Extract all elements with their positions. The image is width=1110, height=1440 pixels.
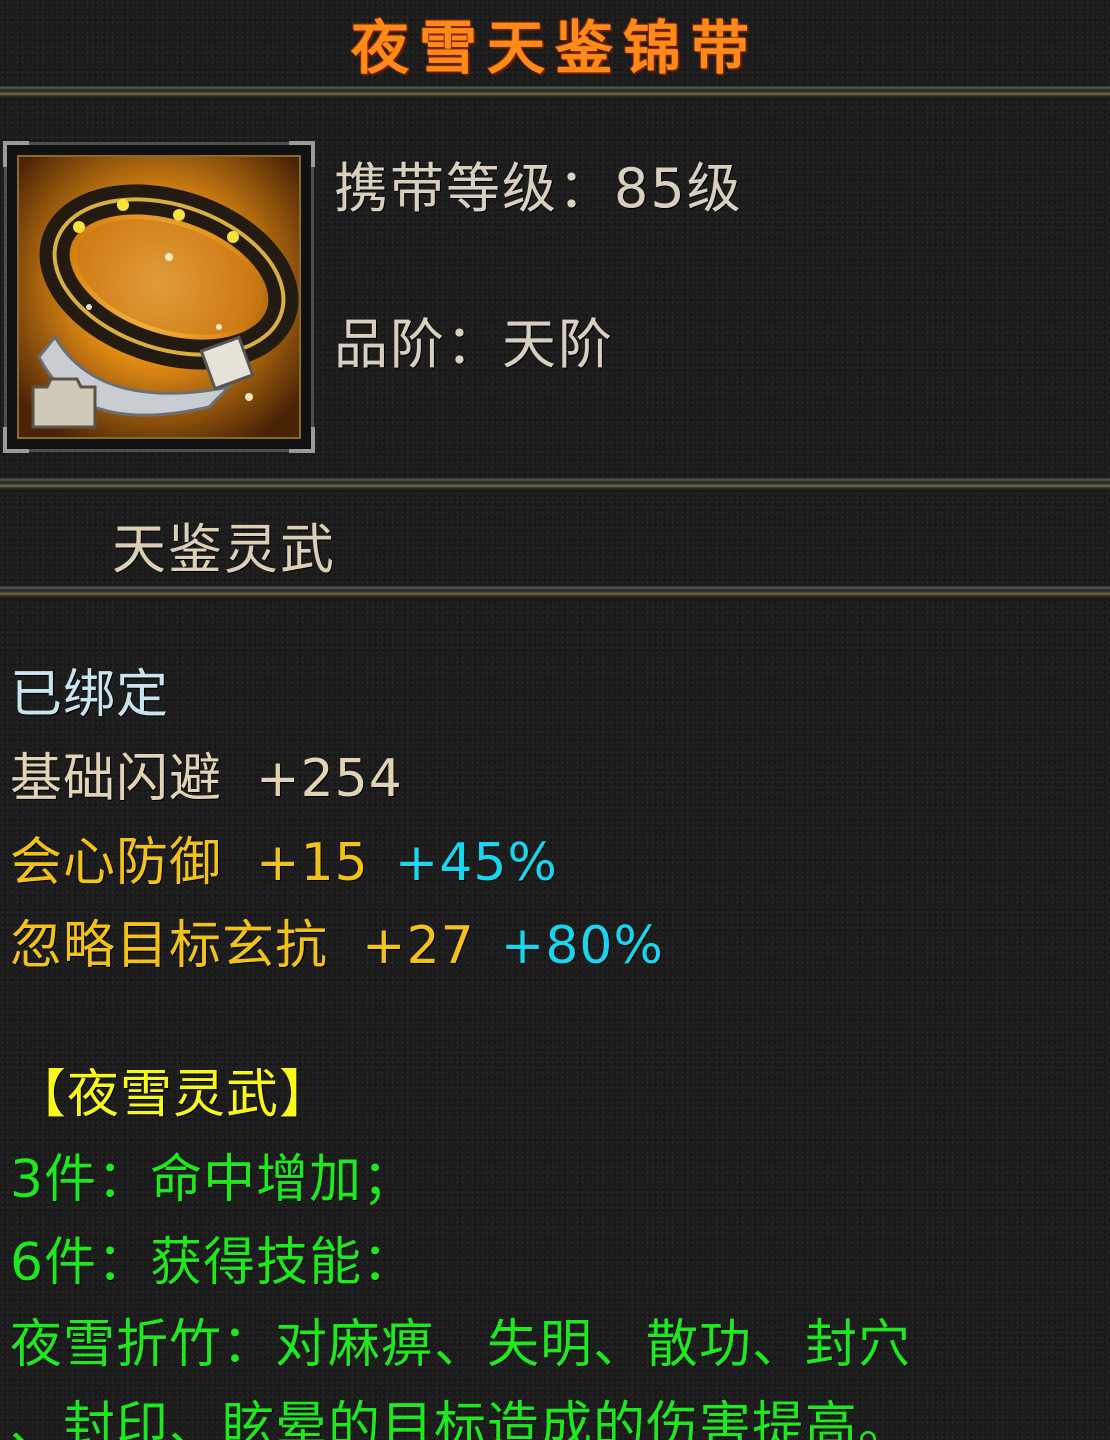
skill-description-line-1: 夜雪折竹：对麻痹、失明、散功、封穴 (10, 1315, 912, 1375)
skill-description-line-2: 、封印、眩晕的目标造成的伤害提高。 (10, 1397, 912, 1440)
set-bonus-3: 3件：命中增加； (10, 1150, 416, 1210)
stat-value: +15 (256, 833, 369, 893)
bound-status: 已绑定 (10, 665, 170, 725)
stat-name: 基础闪避 (10, 749, 223, 809)
divider-mid (0, 478, 1110, 492)
stat-value: +254 (256, 749, 403, 809)
item-tooltip: 夜雪天鉴锦带 携带等级：85级 品阶：天阶 天鉴灵武 已绑定 基础闪避 +254… (0, 0, 1110, 1440)
stat-row: 会心防御 +15 +45% (10, 820, 558, 895)
stat-bonus: +45% (394, 833, 558, 893)
stat-row: 基础闪避 +254 (10, 736, 403, 811)
stat-row: 忽略目标玄抗 +27 +80% (10, 903, 664, 978)
set-bonus-6: 6件：获得技能： (10, 1233, 416, 1293)
stat-value: +27 (362, 916, 475, 976)
stat-bonus: +80% (500, 916, 664, 976)
set-name: 天鉴灵武 (112, 518, 336, 581)
golden-belt-icon (19, 157, 299, 437)
item-name: 夜雪天鉴锦带 (350, 14, 759, 82)
divider-top (0, 86, 1110, 100)
level-requirement: 携带等级：85级 (334, 157, 743, 220)
item-grade: 品阶：天阶 (334, 313, 614, 376)
stat-name: 会心防御 (10, 833, 223, 893)
stat-name: 忽略目标玄抗 (10, 916, 329, 976)
item-icon-slot[interactable] (3, 141, 315, 453)
set-bonus-title: 【夜雪灵武】 (14, 1065, 333, 1125)
divider-stats (0, 586, 1110, 600)
